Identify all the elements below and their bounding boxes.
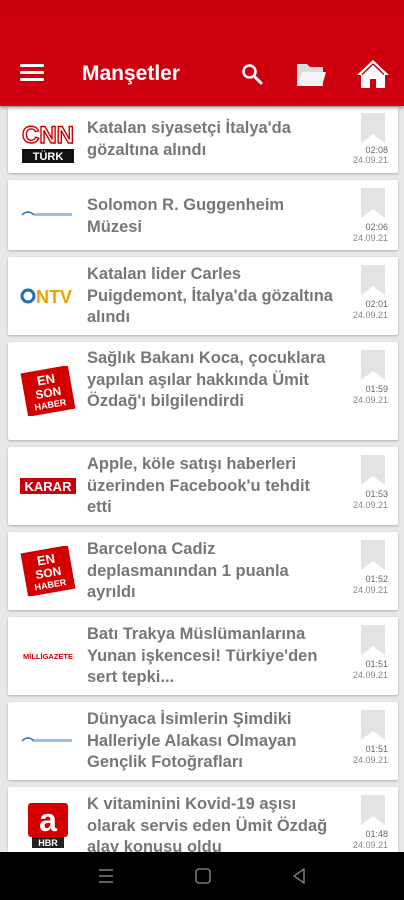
- news-item[interactable]: KARAR Apple, köle satışı haberleri üzeri…: [8, 447, 398, 525]
- bookmark-icon[interactable]: [360, 188, 386, 218]
- haber-logo: [16, 185, 80, 245]
- bookmark-icon[interactable]: [360, 540, 386, 570]
- back-icon[interactable]: [289, 866, 309, 886]
- cnn-turk-logo: CNN TÜRK: [16, 111, 80, 171]
- item-time: 02:08: [365, 145, 388, 155]
- item-date: 24.09.21: [352, 840, 388, 850]
- headline: Apple, köle satışı haberleri üzerinden F…: [87, 455, 311, 516]
- bookmark-icon[interactable]: [360, 710, 386, 740]
- item-time: 01:59: [365, 384, 388, 394]
- item-date: 24.09.21: [352, 155, 388, 165]
- headline: Dünyaca İsimlerin Şimdiki Halleriyle Ala…: [87, 710, 297, 771]
- app-header: Manşetler: [0, 0, 404, 106]
- haber-logo: [16, 711, 80, 771]
- news-item[interactable]: Solomon R. Guggenheim Müzesi 02:06 24.09…: [8, 180, 398, 250]
- item-date: 24.09.21: [352, 233, 388, 243]
- item-time: 01:51: [365, 744, 388, 754]
- bookmark-icon[interactable]: [360, 265, 386, 295]
- home-icon[interactable]: [356, 58, 390, 90]
- item-time: 01:51: [365, 659, 388, 669]
- bookmark-icon[interactable]: [360, 113, 386, 143]
- en-son-haber-logo: EN SON HABER: [16, 361, 80, 421]
- item-time: 02:01: [365, 299, 388, 309]
- bookmark-icon[interactable]: [360, 795, 386, 825]
- milligazete-logo: MİLLİGAZETE: [16, 626, 80, 686]
- news-item[interactable]: NTV Katalan lider Carles Puigdemont, İta…: [8, 257, 398, 335]
- news-feed: CNN TÜRK Katalan siyasetçi İtalya'da göz…: [0, 106, 404, 852]
- bookmark-icon[interactable]: [360, 455, 386, 485]
- item-date: 24.09.21: [352, 585, 388, 595]
- news-item[interactable]: EN SON HABER Barcelona Cadiz deplasmanın…: [8, 532, 398, 610]
- page-title: Manşetler: [82, 62, 181, 85]
- item-time: 02:06: [365, 222, 388, 232]
- item-time: 01:48: [365, 829, 388, 839]
- ntv-logo: NTV: [16, 266, 80, 326]
- en-son-haber-logo: EN SON HABER: [16, 541, 80, 601]
- bookmark-icon[interactable]: [360, 625, 386, 655]
- item-time: 01:52: [365, 574, 388, 584]
- turk-logo-text: TÜRK: [33, 150, 64, 163]
- folder-icon[interactable]: [295, 58, 327, 90]
- headline: Katalan siyasetçi İtalya'da gözaltına al…: [87, 119, 291, 159]
- a-haber-logo: a HBR: [16, 796, 80, 852]
- hbr-logo-text: HBR: [38, 838, 58, 848]
- ntv-logo-text: NTV: [36, 287, 72, 307]
- headline: Barcelona Cadiz deplasmanından 1 puanla …: [87, 540, 289, 601]
- headline: K vitaminini Kovid-19 aşısı olarak servi…: [87, 795, 328, 852]
- headline: Sağlık Bakanı Koca, çocuklara yapılan aş…: [87, 349, 326, 410]
- karar-logo-text: KARAR: [25, 479, 73, 494]
- item-date: 24.09.21: [352, 395, 388, 405]
- system-nav-bar: [0, 852, 404, 900]
- news-item[interactable]: MİLLİGAZETE Batı Trakya Müslümanlarına Y…: [8, 617, 398, 695]
- a-logo-text: a: [39, 802, 57, 838]
- milligazete-logo-text: MİLLİGAZETE: [23, 652, 73, 661]
- news-item[interactable]: EN SON HABER Sağlık Bakanı Koca, çocukla…: [8, 342, 398, 440]
- headline: Batı Trakya Müslümanlarına Yunan işkence…: [87, 625, 318, 686]
- headline: Solomon R. Guggenheim Müzesi: [87, 196, 285, 236]
- menu-icon[interactable]: [20, 64, 44, 82]
- news-item[interactable]: CNN TÜRK Katalan siyasetçi İtalya'da göz…: [8, 107, 398, 173]
- recents-icon[interactable]: [96, 866, 116, 886]
- item-date: 24.09.21: [352, 670, 388, 680]
- item-date: 24.09.21: [352, 755, 388, 765]
- news-item[interactable]: a HBR K vitaminini Kovid-19 aşısı olarak…: [8, 787, 398, 852]
- headline: Katalan lider Carles Puigdemont, İtalya'…: [87, 265, 333, 326]
- home-nav-icon[interactable]: [193, 866, 213, 886]
- cnn-logo-text: CNN: [22, 122, 74, 149]
- search-icon[interactable]: [240, 62, 264, 86]
- item-time: 01:53: [365, 489, 388, 499]
- item-date: 24.09.21: [352, 500, 388, 510]
- bookmark-icon[interactable]: [360, 350, 386, 380]
- news-item[interactable]: Dünyaca İsimlerin Şimdiki Halleriyle Ala…: [8, 702, 398, 780]
- karar-logo: KARAR: [16, 456, 80, 516]
- item-date: 24.09.21: [352, 310, 388, 320]
